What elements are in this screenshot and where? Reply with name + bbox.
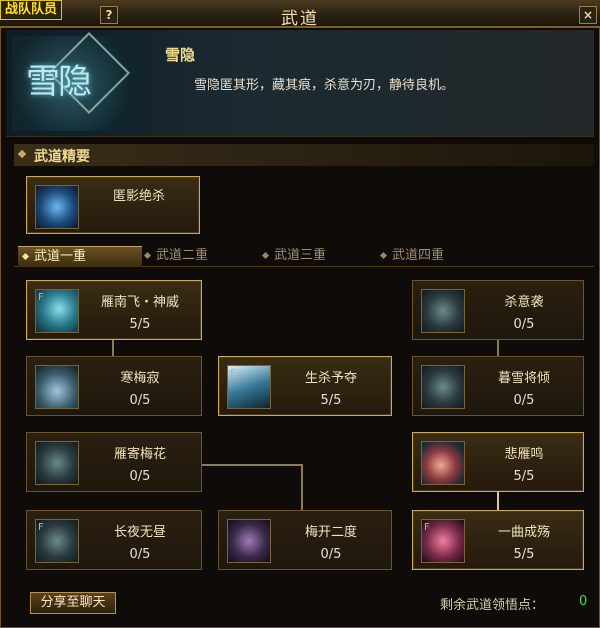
skill-node-level: 0/5 <box>513 393 535 408</box>
tab-label: 武道四重 <box>392 248 445 263</box>
skill-node-name: 杀意袭 <box>504 295 544 310</box>
skill-node[interactable]: F 生杀予夺 5/5 <box>218 356 392 416</box>
skill-description: 雪隐匿其形，藏其痕，杀意为刃，静待良机。 <box>194 78 455 93</box>
mourning-goose-icon <box>421 441 465 485</box>
window-title: 武道 <box>281 9 319 29</box>
plum-bloom-icon <box>227 519 271 563</box>
share-to-chat-button[interactable]: 分享至聊天 <box>30 592 116 614</box>
life-death-icon: F <box>227 365 271 409</box>
skill-node-level: 5/5 <box>513 469 535 484</box>
skill-node-level: 0/5 <box>129 393 151 408</box>
help-button[interactable]: ? <box>100 6 118 24</box>
skill-node-name: 暮雪将倾 <box>497 371 550 386</box>
connector-line <box>112 338 114 356</box>
section-title: 武道精要 <box>34 149 90 165</box>
connector-line-active <box>497 490 499 510</box>
tab-label: 武道二重 <box>156 248 209 263</box>
skill-node-name: 悲雁鸣 <box>504 447 544 462</box>
tab-tier-2[interactable]: 武道二重 <box>140 246 256 266</box>
tab-diamond-icon <box>261 251 270 260</box>
tab-diamond-icon <box>21 252 30 261</box>
skill-node-level: 0/5 <box>129 469 151 484</box>
skill-node-name: 一曲成殇 <box>497 525 550 540</box>
team-member-tag: 战队队员 <box>0 0 63 20</box>
snow-hidden-emblem: 雪隐 <box>12 31 142 131</box>
endless-night-icon: F <box>35 519 79 563</box>
tab-diamond-icon <box>379 251 388 260</box>
tab-tier-1[interactable]: 武道一重 <box>18 246 142 267</box>
skill-name: 雪隐 <box>165 46 196 64</box>
connector-line <box>202 464 302 466</box>
remaining-points-value: 0 <box>579 594 588 609</box>
tab-diamond-icon <box>143 251 152 260</box>
shadow-kill-icon <box>35 185 79 229</box>
skill-node[interactable]: 暮雪将倾 0/5 <box>412 356 584 416</box>
tab-label: 武道一重 <box>34 249 87 264</box>
dusk-snow-icon <box>421 365 465 409</box>
elegy-icon: F <box>421 519 465 563</box>
essence-skill-name: 匿影绝杀 <box>112 189 165 204</box>
skill-node-level: 0/5 <box>320 547 342 562</box>
killing-intent-icon <box>421 289 465 333</box>
skill-node[interactable]: F 雁南飞・神威 5/5 <box>26 280 202 340</box>
section-header-bar <box>14 144 594 166</box>
connector-line <box>497 338 499 356</box>
skill-node-name: 雁寄梅花 <box>113 447 166 462</box>
goose-plum-icon <box>35 441 79 485</box>
close-button[interactable]: × <box>579 6 597 24</box>
skill-node[interactable]: 梅开二度 0/5 <box>218 510 392 570</box>
skill-node-name: 生杀予夺 <box>304 371 357 386</box>
skill-node[interactable]: F 一曲成殇 5/5 <box>412 510 584 570</box>
skill-node-level: 5/5 <box>513 547 535 562</box>
skill-node[interactable]: 寒梅寂 0/5 <box>26 356 202 416</box>
skill-node-name: 梅开二度 <box>304 525 357 540</box>
skill-node-name: 长夜无昼 <box>113 525 166 540</box>
skill-node-name: 雁南飞・神威 <box>100 295 179 310</box>
skill-node-level: 0/5 <box>513 317 535 332</box>
tab-label: 武道三重 <box>274 248 327 263</box>
skill-node[interactable]: 悲雁鸣 5/5 <box>412 432 584 492</box>
wild-goose-icon: F <box>35 289 79 333</box>
skill-node-level: 5/5 <box>129 317 151 332</box>
cold-plum-icon <box>35 365 79 409</box>
remaining-points-label: 剩余武道领悟点： <box>440 598 545 613</box>
skill-node[interactable]: 杀意袭 0/5 <box>412 280 584 340</box>
skill-node-level: 5/5 <box>320 393 342 408</box>
emblem-calligraphy: 雪隐 <box>26 62 92 102</box>
connector-line <box>301 464 303 510</box>
tab-tier-4[interactable]: 武道四重 <box>376 246 492 266</box>
skill-node-name: 寒梅寂 <box>120 371 160 386</box>
skill-node[interactable]: F 长夜无昼 0/5 <box>26 510 202 570</box>
skill-node-level: 0/5 <box>129 547 151 562</box>
essence-skill-card[interactable]: 匿影绝杀 <box>26 176 200 234</box>
tab-tier-3[interactable]: 武道三重 <box>258 246 374 266</box>
skill-node[interactable]: 雁寄梅花 0/5 <box>26 432 202 492</box>
